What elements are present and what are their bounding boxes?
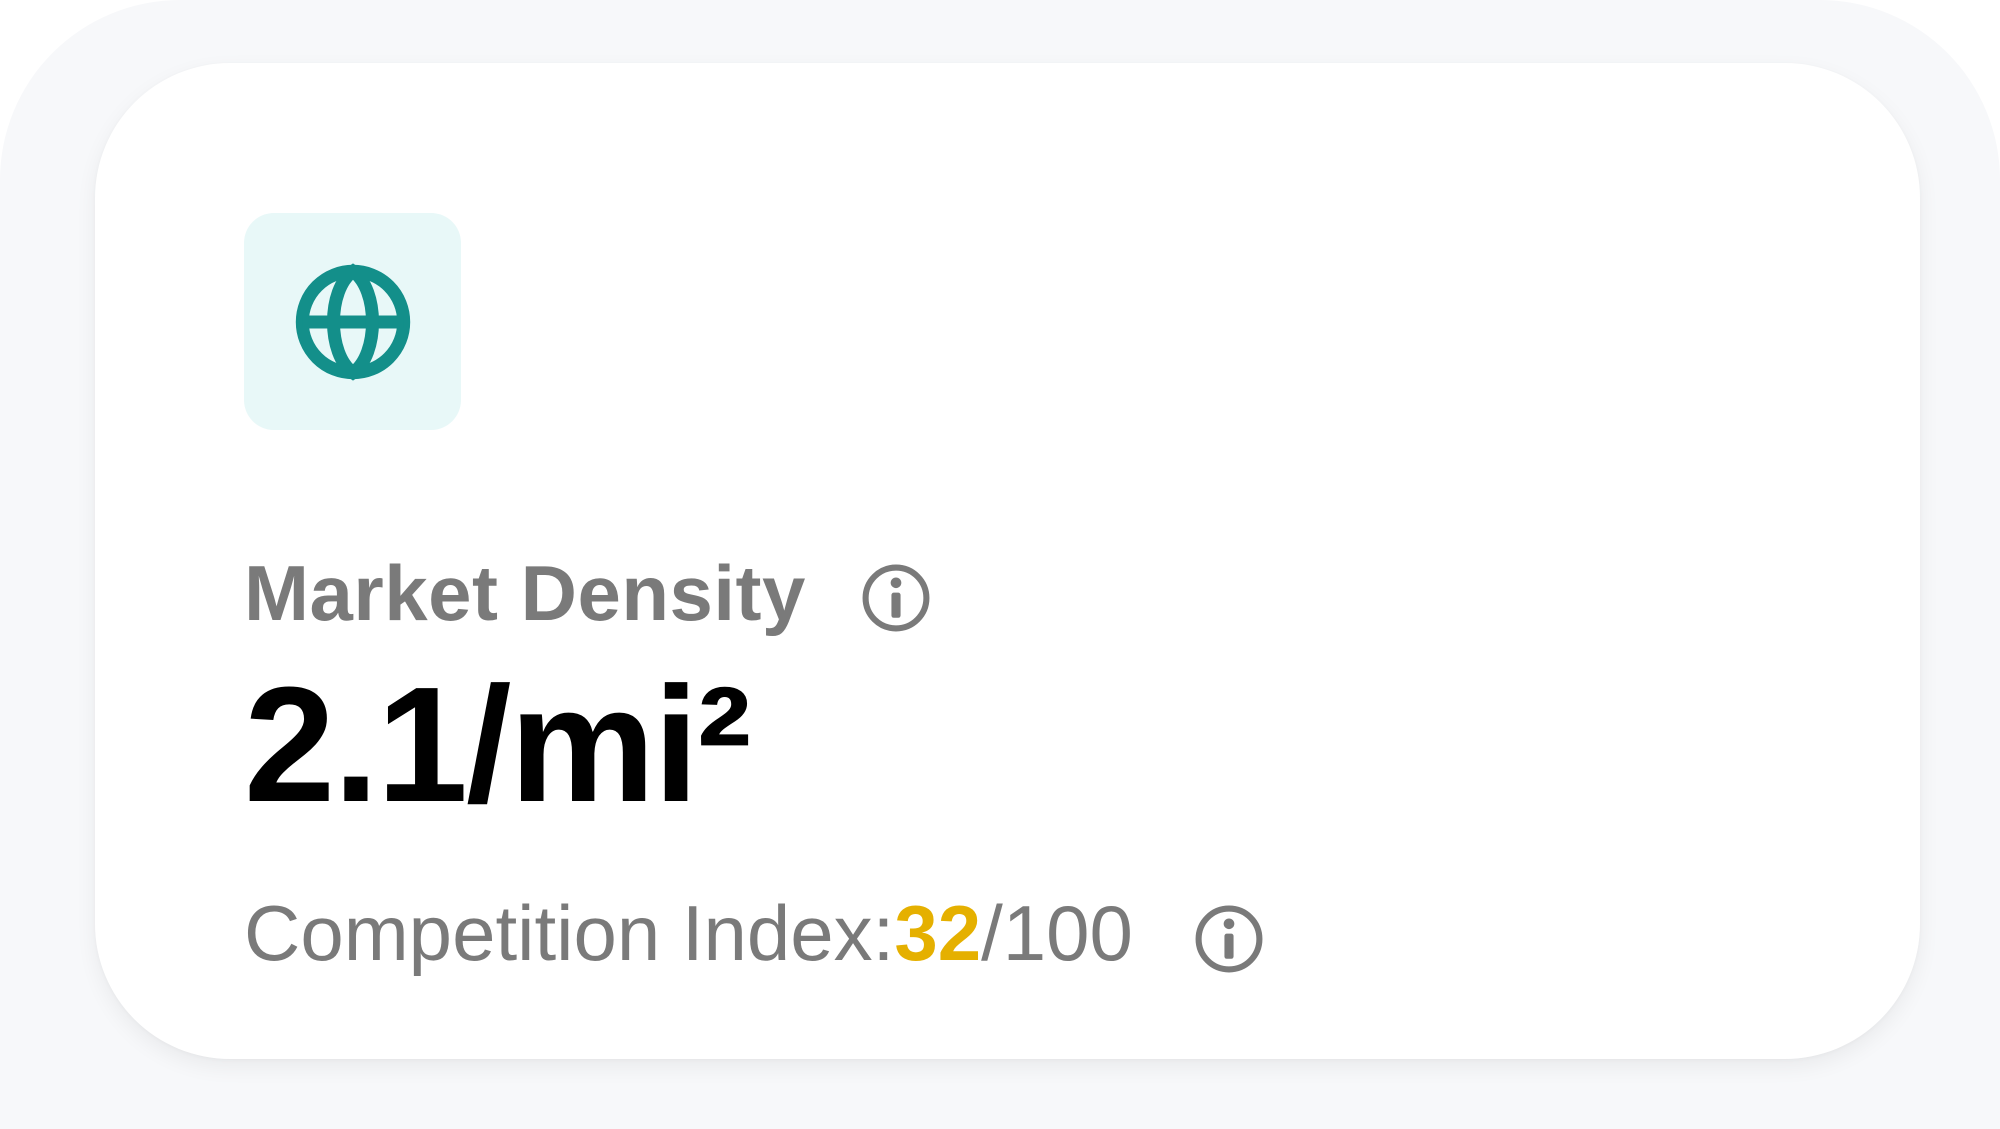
market-density-card: Market Density 2.1/mi² Competition Index… [95,63,1920,1059]
metric-info-icon[interactable] [858,560,934,636]
dashboard-panel: Market Density 2.1/mi² Competition Index… [0,0,2000,1129]
metric-value: 2.1/mi² [244,653,752,836]
competition-score-value: 32 [894,889,982,977]
globe-icon-tile [244,213,461,430]
metric-label-row: Market Density [244,543,934,643]
competition-index-row: Competition Index: 32 /100 [244,878,1267,988]
competition-info-icon[interactable] [1191,901,1267,977]
globe-icon [288,257,418,387]
competition-index-label: Competition Index: [244,889,895,977]
metric-title: Market Density [244,549,806,637]
competition-score-max: /100 [981,889,1133,977]
